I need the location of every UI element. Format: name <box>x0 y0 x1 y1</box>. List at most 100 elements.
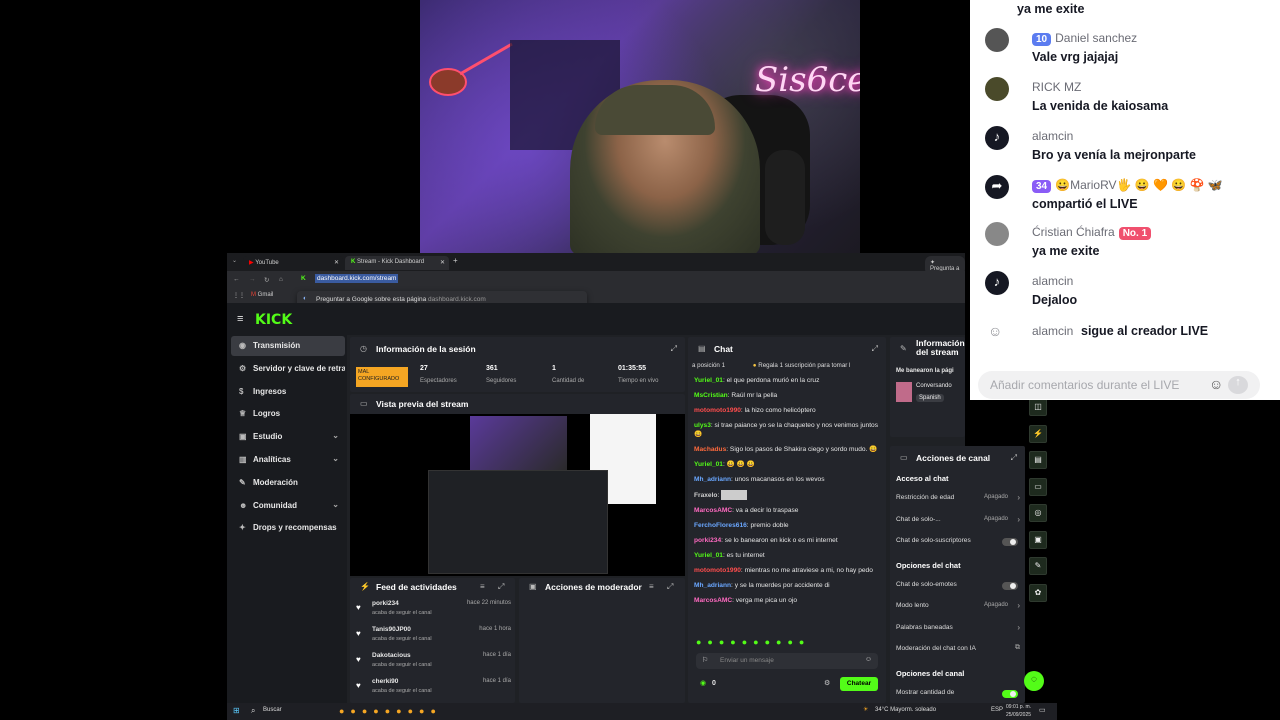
toggle-switch[interactable] <box>1002 581 1018 590</box>
quick-action-icon[interactable]: ◫ <box>1029 398 1047 416</box>
comment-username[interactable]: alamcin <box>1032 129 1073 143</box>
chat-settings-icon[interactable]: ⚐ <box>702 656 708 664</box>
channel-setting-row[interactable]: Palabras baneadas › <box>896 623 1020 638</box>
expand-icon[interactable]: ⤢ <box>1011 453 1017 463</box>
chat-username[interactable]: MarcosAMC <box>694 507 732 514</box>
chat-username[interactable]: Yuriel_01 <box>694 377 723 384</box>
sidebar-item[interactable]: ▣ Estudio ⌄ <box>231 427 345 447</box>
bookmark-gmail[interactable]: M Gmail <box>251 292 273 298</box>
url-input[interactable]: dashboard.kick.com/stream <box>315 274 399 283</box>
chat-message[interactable]: motomoto1990: mientras no me atraviese a… <box>694 566 880 575</box>
chat-username[interactable]: Mh_adriann <box>694 582 731 589</box>
search-icon[interactable]: ⌕ <box>251 706 255 716</box>
channel-setting-row[interactable]: Mostrar cantidad de <box>896 689 1020 703</box>
comment-input[interactable]: Añadir comentarios durante el LIVE ☺ ↑ <box>978 371 1260 399</box>
chat-message[interactable]: motomoto1990: la hizo como helicóptero <box>694 406 880 415</box>
home-icon[interactable]: ⌂ <box>279 276 283 283</box>
chat-message[interactable]: Yuriel_01: es tu internet <box>694 551 880 560</box>
chat-bubble-button[interactable]: ◌ <box>1024 671 1044 691</box>
chat-message[interactable]: ulys3: si trae paiance yo se la chaquete… <box>694 421 880 439</box>
user-avatar[interactable] <box>985 28 1009 52</box>
expand-icon[interactable]: ⤢ <box>667 582 673 592</box>
chat-username[interactable]: ulys3 <box>694 422 711 429</box>
sidebar-item[interactable]: ☻ Comunidad ⌄ <box>231 496 345 516</box>
expand-icon[interactable]: ⤢ <box>498 582 504 592</box>
chevron-right-icon[interactable]: › <box>1017 601 1020 610</box>
close-tab-icon[interactable]: ✕ <box>440 259 445 266</box>
sidebar-item[interactable]: ◉ Transmisión <box>231 336 345 356</box>
chat-message[interactable]: porki234: se lo banearon en kick o es mi… <box>694 536 880 545</box>
quick-action-icon[interactable]: ✿ <box>1029 583 1047 602</box>
sidebar-item[interactable]: ✎ Moderación <box>231 473 345 493</box>
comment-username[interactable]: RICK MZ <box>1032 80 1081 94</box>
kick-logo[interactable]: KICK <box>255 312 292 328</box>
chevron-right-icon[interactable]: › <box>1017 493 1020 502</box>
sidebar-item[interactable]: ♕ Logros <box>231 404 345 424</box>
chevron-right-icon[interactable]: › <box>1017 515 1020 524</box>
chat-username[interactable]: Fraxelo <box>694 492 717 499</box>
user-avatar[interactable]: ♪ <box>985 126 1009 150</box>
channel-setting-row[interactable]: Moderación del chat con IA ⧉ <box>896 644 1020 659</box>
chevron-down-icon[interactable]: ⌄ <box>332 431 339 440</box>
chat-message[interactable]: Mh_adriann: unos macanasos en los wevos <box>694 475 880 484</box>
comment-username[interactable]: Ćristian Ćhiafra No. 1 <box>1032 225 1155 240</box>
reload-icon[interactable]: ↻ <box>264 276 269 284</box>
chat-username[interactable]: Yuriel_01 <box>694 552 723 559</box>
user-avatar[interactable]: ➦ <box>985 175 1009 199</box>
chat-username[interactable]: motomoto1990 <box>694 407 741 414</box>
chat-message[interactable]: Machadus: Sigo los pasos de Shakira cieg… <box>694 445 880 454</box>
sidebar-item[interactable]: ▥ Analíticas ⌄ <box>231 450 345 470</box>
send-chat-button[interactable]: Chatear <box>840 677 878 691</box>
toggle-switch[interactable] <box>1002 538 1018 546</box>
menu-icon[interactable]: ≡ <box>237 313 243 325</box>
user-avatar[interactable] <box>985 222 1009 246</box>
tab-youtube[interactable]: ▶ YouTube ✕ <box>243 256 343 270</box>
forward-icon[interactable]: → <box>249 276 256 283</box>
chevron-down-icon[interactable]: ⌄ <box>332 500 339 509</box>
pinned-message[interactable]: a posición 1 ● Regala 1 suscripción para… <box>692 362 882 374</box>
channel-setting-row[interactable]: Modo lento Apagado › <box>896 601 1020 616</box>
chat-input[interactable]: ⚐ Enviar un mensaje ☺ <box>696 653 878 669</box>
filter-icon[interactable]: ≡ <box>649 582 654 591</box>
chat-message[interactable]: MsCristian: Raúl mr la pella <box>694 391 880 400</box>
new-tab-button[interactable]: + <box>453 256 458 265</box>
send-icon[interactable]: ↑ <box>1228 376 1248 394</box>
external-link-icon[interactable]: ⧉ <box>1015 644 1020 652</box>
tab-kick-dashboard[interactable]: K Stream - Kick Dashboard ✕ <box>345 256 449 270</box>
quick-action-icon[interactable]: ▤ <box>1029 451 1047 469</box>
channel-setting-row[interactable]: Chat de solo-emotes <box>896 581 1020 595</box>
sidebar-item[interactable]: $ Ingresos <box>231 382 345 402</box>
close-tab-icon[interactable]: ✕ <box>334 259 339 266</box>
emoji-icon[interactable]: ☺ <box>865 656 872 663</box>
comment-username[interactable]: 10 Daniel sanchez <box>1032 31 1137 46</box>
taskbar-apps[interactable]: ●●●●●●●●● <box>339 706 529 717</box>
stream-preview-video[interactable] <box>350 414 685 576</box>
windows-start-icon[interactable]: ⊞ <box>233 706 240 715</box>
quick-action-icon[interactable]: ⚡ <box>1029 424 1047 443</box>
tab-search-icon[interactable]: ⌄ <box>232 257 237 264</box>
channel-setting-row[interactable]: Chat de solo-... Apagado › <box>896 515 1020 530</box>
chat-username[interactable]: Yuriel_01 <box>694 461 723 468</box>
comment-username[interactable]: alamcin <box>1032 274 1073 288</box>
chat-message[interactable]: Yuriel_01: 😀 😀 😀 <box>694 460 880 469</box>
apps-icon[interactable]: ⋮⋮ <box>233 292 245 299</box>
back-icon[interactable]: ← <box>233 276 240 283</box>
chat-username[interactable]: MarcosAMC <box>694 597 732 604</box>
emoji-icon[interactable]: ☺ <box>1209 376 1223 392</box>
chat-message[interactable]: Fraxelo: <box>694 490 880 500</box>
toggle-switch[interactable] <box>1002 689 1018 698</box>
taskbar-search[interactable]: Buscar <box>263 707 282 713</box>
chevron-right-icon[interactable]: › <box>1017 623 1020 632</box>
expand-icon[interactable]: ⤢ <box>872 344 878 354</box>
channel-setting-row[interactable]: Restricción de edad Apagado › <box>896 493 1020 508</box>
chat-username[interactable]: porki234 <box>694 537 721 544</box>
comment-username[interactable]: 34 😀MarioRV🖐 😀 🧡 😀 🍄 🦋 <box>1032 178 1223 193</box>
expand-icon[interactable]: ⤢ <box>671 344 677 354</box>
chat-message[interactable]: Yuriel_01: el que perdona murió en la cr… <box>694 376 880 385</box>
chat-message[interactable]: MarcosAMC: verga me pica un ojo <box>694 596 880 605</box>
channel-setting-row[interactable]: Chat de solo-suscriptores <box>896 537 1020 551</box>
language-indicator[interactable]: ESP <box>991 707 1003 713</box>
user-avatar[interactable] <box>985 77 1009 101</box>
user-avatar[interactable]: ♪ <box>985 271 1009 295</box>
chat-username[interactable]: MsCristian <box>694 392 728 399</box>
